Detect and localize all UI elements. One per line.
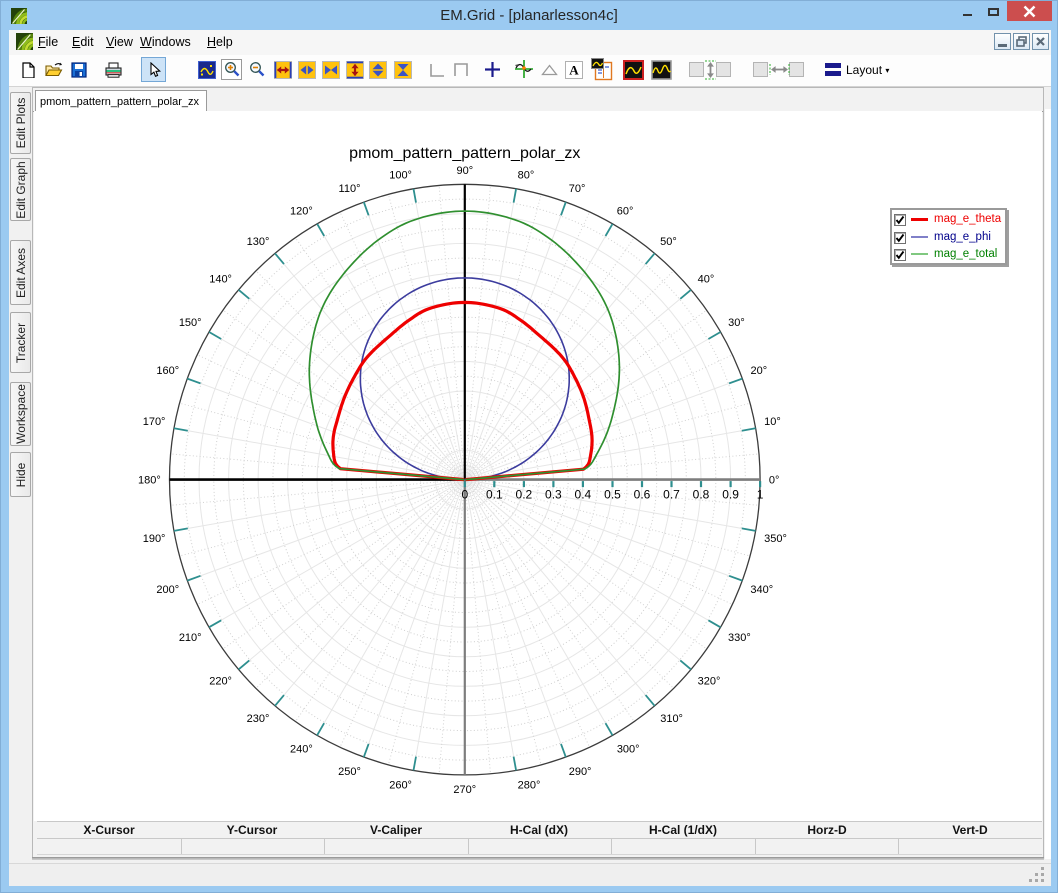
svg-text:250°: 250°: [338, 766, 361, 778]
svg-text:340°: 340°: [750, 584, 773, 596]
svg-text:10°: 10°: [764, 416, 781, 428]
svg-text:300°: 300°: [617, 744, 640, 756]
svg-text:320°: 320°: [698, 676, 721, 688]
svg-text:180°: 180°: [138, 475, 161, 487]
svg-text:290°: 290°: [569, 766, 592, 778]
svg-text:110°: 110°: [339, 183, 361, 195]
svg-text:120°: 120°: [290, 206, 313, 218]
svg-text:150°: 150°: [179, 317, 202, 329]
svg-text:130°: 130°: [247, 236, 270, 248]
svg-text:90°: 90°: [456, 165, 473, 177]
svg-text:240°: 240°: [290, 744, 313, 756]
svg-text:160°: 160°: [156, 365, 179, 377]
svg-text:200°: 200°: [156, 584, 179, 596]
svg-text:190°: 190°: [143, 533, 166, 545]
svg-text:210°: 210°: [179, 632, 202, 644]
svg-text:0.6: 0.6: [634, 488, 651, 502]
svg-text:pmom_pattern_pattern_polar_zx: pmom_pattern_pattern_polar_zx: [349, 145, 580, 162]
svg-text:280°: 280°: [518, 780, 541, 792]
svg-text:50°: 50°: [660, 236, 677, 248]
svg-text:80°: 80°: [518, 169, 535, 181]
svg-text:0.5: 0.5: [604, 488, 621, 502]
svg-text:60°: 60°: [617, 206, 634, 218]
svg-text:70°: 70°: [569, 183, 586, 195]
svg-text:0.8: 0.8: [693, 488, 710, 502]
svg-text:350°: 350°: [764, 533, 787, 545]
svg-text:230°: 230°: [247, 713, 270, 725]
svg-text:260°: 260°: [389, 780, 412, 792]
svg-text:330°: 330°: [728, 632, 751, 644]
svg-text:0°: 0°: [769, 475, 780, 487]
svg-text:A: A: [569, 63, 579, 78]
svg-text:270°: 270°: [453, 784, 476, 796]
svg-text:0.1: 0.1: [486, 488, 503, 502]
svg-text:20°: 20°: [750, 365, 767, 377]
svg-text:220°: 220°: [209, 676, 232, 688]
svg-text:0.7: 0.7: [663, 488, 680, 502]
svg-text:100°: 100°: [389, 169, 412, 181]
svg-text:0.2: 0.2: [516, 488, 533, 502]
svg-text:0: 0: [461, 488, 468, 502]
svg-text:1: 1: [757, 488, 764, 502]
svg-text:0.9: 0.9: [722, 488, 739, 502]
svg-text:40°: 40°: [698, 273, 715, 285]
svg-text:140°: 140°: [209, 273, 232, 285]
svg-text:30°: 30°: [728, 317, 745, 329]
svg-text:0.3: 0.3: [545, 488, 562, 502]
svg-text:0.4: 0.4: [575, 488, 592, 502]
svg-text:310°: 310°: [660, 713, 683, 725]
svg-text:170°: 170°: [143, 416, 166, 428]
